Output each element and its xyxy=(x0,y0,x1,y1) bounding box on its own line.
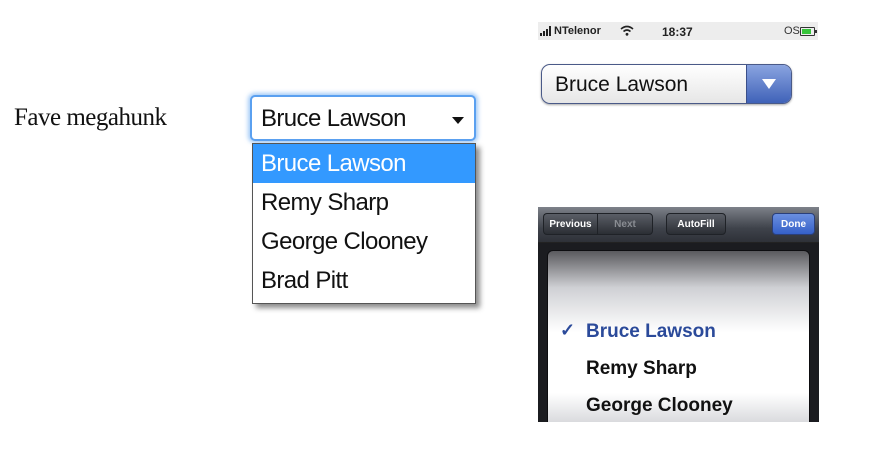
dropdown-option[interactable]: Remy Sharp xyxy=(253,183,475,222)
signal-strength-icon xyxy=(540,26,552,36)
dropdown-option[interactable]: George Clooney xyxy=(253,222,475,261)
os-indicator: OS xyxy=(784,25,800,37)
dropdown-option[interactable]: Bruce Lawson xyxy=(253,144,475,183)
checkmark-icon: ✓ xyxy=(560,320,576,340)
ios-dropdown-button[interactable] xyxy=(746,65,791,103)
dropdown-list: Bruce Lawson Remy Sharp George Clooney B… xyxy=(252,143,476,304)
next-button[interactable]: Next xyxy=(597,213,653,235)
picker-toolbar: Previous Next AutoFill Done xyxy=(538,207,819,243)
dropdown-option[interactable]: Brad Pitt xyxy=(253,261,475,300)
wifi-icon xyxy=(620,25,634,36)
dropdown-arrow-icon[interactable] xyxy=(452,117,464,124)
picker-wheel[interactable]: ✓ Bruce Lawson Remy Sharp George Clooney xyxy=(547,250,810,422)
done-button[interactable]: Done xyxy=(772,213,815,235)
battery-icon xyxy=(800,27,817,36)
ios-status-bar: NTelenor 18:37 OS xyxy=(538,22,818,40)
carrier-name: NTelenor xyxy=(554,25,601,37)
ios-select[interactable]: Bruce Lawson xyxy=(541,64,792,104)
previous-button[interactable]: Previous xyxy=(543,213,597,235)
select-value: Bruce Lawson xyxy=(261,105,406,132)
picker-item[interactable]: Bruce Lawson xyxy=(586,321,716,343)
picker-item[interactable]: George Clooney xyxy=(586,395,733,417)
ios-picker: Previous Next AutoFill Done ✓ Bruce Laws… xyxy=(538,207,819,422)
ios-select-value: Bruce Lawson xyxy=(555,73,689,96)
autofill-button[interactable]: AutoFill xyxy=(666,213,726,235)
status-time: 18:37 xyxy=(662,25,693,39)
field-label: Fave megahunk xyxy=(14,104,167,131)
megahunk-select[interactable]: Bruce Lawson xyxy=(250,95,476,141)
triangle-down-icon xyxy=(762,79,776,89)
picker-item[interactable]: Remy Sharp xyxy=(586,358,697,380)
